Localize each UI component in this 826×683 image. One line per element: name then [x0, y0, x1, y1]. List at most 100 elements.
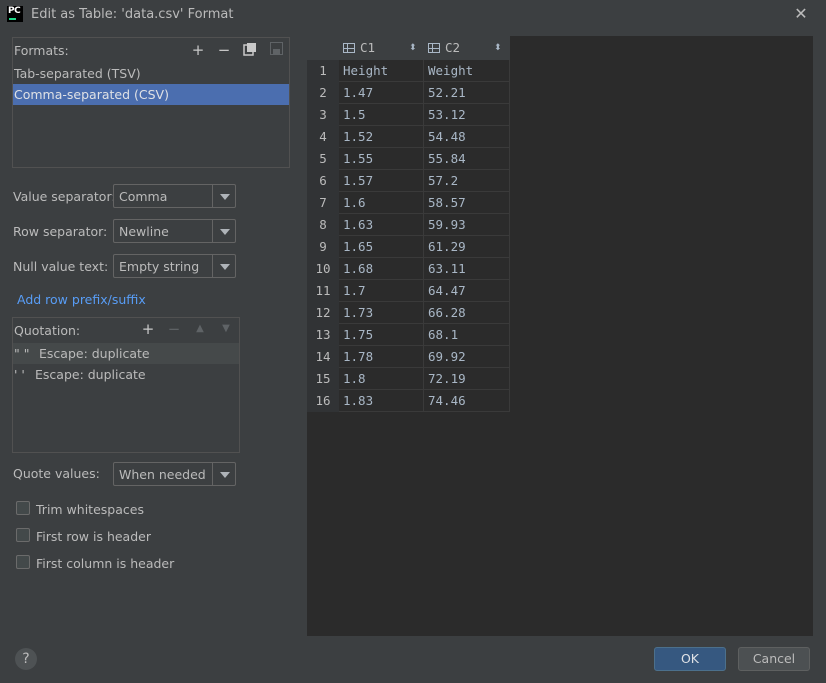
- quotation-header: Quotation:: [14, 323, 81, 338]
- table-cell-c1[interactable]: 1.68: [339, 258, 424, 280]
- table-cell-c1[interactable]: 1.55: [339, 148, 424, 170]
- value-separator-label: Value separator:: [13, 189, 116, 204]
- column-header-label: C1: [360, 40, 376, 55]
- table-cell-c2[interactable]: 69.92: [424, 346, 510, 368]
- close-icon[interactable]: ✕: [792, 5, 810, 23]
- quote-values-dropdown[interactable]: When needed: [113, 462, 236, 486]
- row-number: 6: [307, 170, 339, 192]
- add-icon[interactable]: +: [190, 42, 206, 58]
- remove-icon[interactable]: −: [216, 42, 232, 58]
- format-item-csv[interactable]: Comma-separated (CSV): [13, 84, 289, 105]
- escape-mode: Escape: duplicate: [35, 367, 146, 382]
- table-cell-c2[interactable]: 72.19: [424, 368, 510, 390]
- sort-icon[interactable]: ⬍: [409, 43, 417, 53]
- help-icon[interactable]: ?: [15, 648, 37, 670]
- row-number: 10: [307, 258, 339, 280]
- dropdown-divider: [212, 255, 213, 277]
- chevron-down-icon: [220, 229, 230, 235]
- quotation-row[interactable]: " " Escape: duplicate: [13, 343, 239, 364]
- table-cell-c1[interactable]: Height: [339, 60, 424, 82]
- chevron-down-icon: [220, 194, 230, 200]
- row-number: 12: [307, 302, 339, 324]
- trim-whitespaces-checkbox[interactable]: [16, 501, 30, 515]
- table-cell-c2[interactable]: 61.29: [424, 236, 510, 258]
- quote-chars: ' ': [14, 367, 25, 382]
- null-value-dropdown[interactable]: Empty string: [113, 254, 236, 278]
- table-cell-c2[interactable]: 58.57: [424, 192, 510, 214]
- row-number: 4: [307, 126, 339, 148]
- first-column-header-label[interactable]: First column is header: [36, 556, 174, 571]
- row-number: 16: [307, 390, 339, 412]
- row-number: 13: [307, 324, 339, 346]
- first-row-header-checkbox[interactable]: [16, 528, 30, 542]
- sort-icon[interactable]: ⬍: [494, 43, 502, 53]
- table-cell-c2[interactable]: 52.21: [424, 82, 510, 104]
- table-cell-c2[interactable]: 55.84: [424, 148, 510, 170]
- table-cell-c1[interactable]: 1.73: [339, 302, 424, 324]
- table-cell-c1[interactable]: 1.78: [339, 346, 424, 368]
- table-cell-c1[interactable]: 1.83: [339, 390, 424, 412]
- table-column-icon: [428, 43, 440, 53]
- ok-button[interactable]: OK: [654, 647, 726, 671]
- table-cell-c1[interactable]: 1.6: [339, 192, 424, 214]
- value-separator-dropdown[interactable]: Comma: [113, 184, 236, 208]
- dropdown-divider: [212, 185, 213, 207]
- row-number: 8: [307, 214, 339, 236]
- row-number: 9: [307, 236, 339, 258]
- row-number: 15: [307, 368, 339, 390]
- save-icon[interactable]: [268, 42, 284, 58]
- first-column-header-checkbox[interactable]: [16, 555, 30, 569]
- add-row-prefix-suffix-link[interactable]: Add row prefix/suffix: [17, 292, 146, 307]
- row-number: 1: [307, 60, 339, 82]
- table-column-icon: [343, 43, 355, 53]
- remove-icon[interactable]: −: [166, 321, 182, 337]
- dropdown-divider: [212, 463, 213, 485]
- quotation-row[interactable]: ' ' Escape: duplicate: [13, 364, 239, 385]
- format-item-tsv[interactable]: Tab-separated (TSV): [13, 63, 289, 84]
- table-cell-c2[interactable]: 66.28: [424, 302, 510, 324]
- value-separator-value: Comma: [119, 189, 168, 204]
- escape-mode: Escape: duplicate: [39, 346, 150, 361]
- row-number: 11: [307, 280, 339, 302]
- table-cell-c1[interactable]: 1.47: [339, 82, 424, 104]
- copy-icon[interactable]: [242, 42, 258, 58]
- row-number: 5: [307, 148, 339, 170]
- table-cell-c2[interactable]: 64.47: [424, 280, 510, 302]
- column-header-label: C2: [445, 40, 461, 55]
- row-number: 3: [307, 104, 339, 126]
- table-cell-c1[interactable]: 1.63: [339, 214, 424, 236]
- table-cell-c1[interactable]: 1.8: [339, 368, 424, 390]
- row-separator-dropdown[interactable]: Newline: [113, 219, 236, 243]
- table-cell-c1[interactable]: 1.75: [339, 324, 424, 346]
- table-cell-c1[interactable]: 1.52: [339, 126, 424, 148]
- row-number: 7: [307, 192, 339, 214]
- table-cell-c1[interactable]: 1.65: [339, 236, 424, 258]
- table-cell-c2[interactable]: 57.2: [424, 170, 510, 192]
- quote-values-label: Quote values:: [13, 466, 100, 481]
- formats-header: Formats:: [14, 43, 69, 58]
- table-cell-c2[interactable]: 63.11: [424, 258, 510, 280]
- trim-whitespaces-label[interactable]: Trim whitespaces: [36, 502, 144, 517]
- row-separator-label: Row separator:: [13, 224, 108, 239]
- quote-values-value: When needed: [119, 467, 206, 482]
- cancel-button[interactable]: Cancel: [738, 647, 810, 671]
- table-cell-c2[interactable]: 74.46: [424, 390, 510, 412]
- table-cell-c1[interactable]: 1.5: [339, 104, 424, 126]
- table-cell-c2[interactable]: 53.12: [424, 104, 510, 126]
- table-cell-c1[interactable]: 1.57: [339, 170, 424, 192]
- formats-panel: Formats: + − Tab-separated (TSV) Comma-s…: [12, 37, 290, 168]
- table-cell-c2[interactable]: 54.48: [424, 126, 510, 148]
- row-separator-value: Newline: [119, 224, 169, 239]
- table-cell-c2[interactable]: Weight: [424, 60, 510, 82]
- table-cell-c2[interactable]: 68.1: [424, 324, 510, 346]
- table-cell-c2[interactable]: 59.93: [424, 214, 510, 236]
- move-up-icon[interactable]: ▲: [192, 321, 208, 337]
- row-number: 2: [307, 82, 339, 104]
- add-icon[interactable]: +: [140, 321, 156, 337]
- table-cell-c1[interactable]: 1.7: [339, 280, 424, 302]
- null-value-value: Empty string: [119, 259, 200, 274]
- row-number: 14: [307, 346, 339, 368]
- first-row-header-label[interactable]: First row is header: [36, 529, 151, 544]
- table-preview: C1 ⬍ C2 ⬍ 1 Height Weight 2 1.47 52.21 3 1.5 53.…: [307, 36, 813, 636]
- move-down-icon[interactable]: ▼: [218, 321, 234, 337]
